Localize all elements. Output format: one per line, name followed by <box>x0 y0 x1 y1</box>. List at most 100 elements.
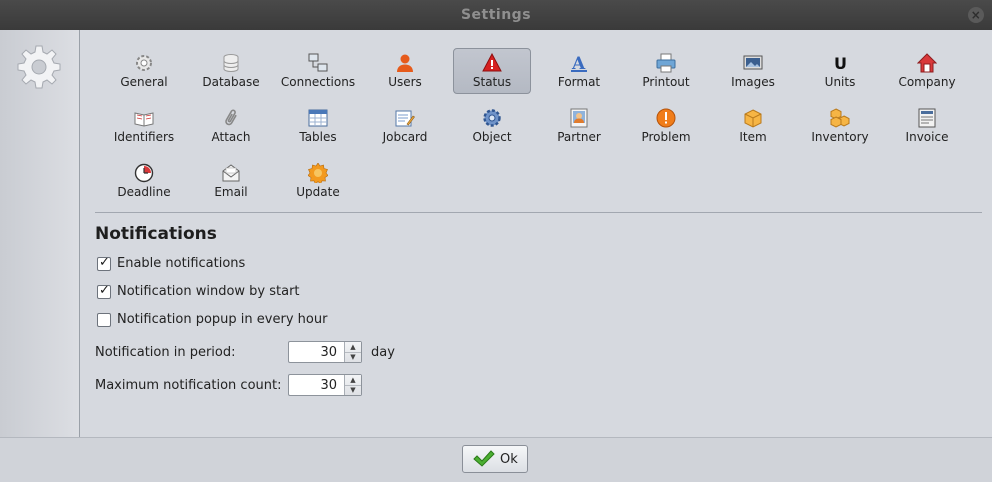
database-icon <box>223 54 239 73</box>
box-icon <box>744 109 762 128</box>
dialog-footer: Ok <box>0 437 992 482</box>
checkmark-icon: ✓ <box>99 255 110 270</box>
category-object[interactable]: Object <box>453 103 531 149</box>
category-identifiers[interactable]: Identifiers <box>105 103 183 149</box>
category-label: Format <box>557 75 601 89</box>
settings-content: General Database Connections Users Statu… <box>80 30 992 437</box>
category-item[interactable]: Item <box>714 103 792 149</box>
period-unit: day <box>371 345 395 360</box>
period-label: Notification in period: <box>95 345 236 360</box>
checkmark-icon: ✓ <box>99 283 110 298</box>
section-divider <box>95 212 982 213</box>
paperclip-icon <box>225 109 237 126</box>
spinner-arrows: ▲ ▼ <box>344 342 361 362</box>
gear-icon <box>136 55 152 71</box>
period-value[interactable]: 30 <box>320 345 337 360</box>
category-label: Update <box>296 185 340 199</box>
user-icon <box>397 54 413 72</box>
checkbox-label: Enable notifications <box>117 256 246 271</box>
category-connections[interactable]: Connections <box>279 48 357 94</box>
warning-icon <box>482 53 502 72</box>
font-icon: A <box>571 54 587 73</box>
category-attach[interactable]: Attach <box>192 103 270 149</box>
ok-button[interactable]: Ok <box>462 445 528 473</box>
max-count-spinner[interactable]: 30 ▲ ▼ <box>288 374 362 396</box>
settings-window: Settings × General Database Connections <box>0 0 992 482</box>
category-label: Deadline <box>117 185 171 199</box>
title-bar: Settings × <box>0 0 992 30</box>
connections-icon <box>308 53 328 72</box>
image-icon <box>743 55 763 70</box>
category-label: Partner <box>557 130 601 144</box>
clock-icon <box>134 163 154 183</box>
category-label: Company <box>898 75 956 89</box>
decrement-arrow-icon[interactable]: ▼ <box>345 385 361 395</box>
category-partner[interactable]: Partner <box>540 103 618 149</box>
ok-label: Ok <box>500 452 518 467</box>
category-label: Users <box>388 75 422 89</box>
category-jobcard[interactable]: Jobcard <box>366 103 444 149</box>
category-label: Invoice <box>905 130 949 144</box>
category-update[interactable]: Update <box>279 158 357 204</box>
printer-icon <box>656 53 676 73</box>
checkbox-box[interactable]: ✓ <box>97 283 111 299</box>
category-label: Identifiers <box>113 130 175 144</box>
period-spinner[interactable]: 30 ▲ ▼ <box>288 341 362 363</box>
units-icon: U <box>834 54 847 73</box>
category-tables[interactable]: Tables <box>279 103 357 149</box>
category-invoice[interactable]: Invoice <box>888 103 966 149</box>
partner-card-icon <box>570 108 588 128</box>
svg-text:U: U <box>834 54 847 73</box>
category-general[interactable]: General <box>105 48 183 94</box>
category-database[interactable]: Database <box>192 48 270 94</box>
category-company[interactable]: Company <box>888 48 966 94</box>
notifications-title: Notifications <box>95 224 217 244</box>
category-label: Object <box>472 130 512 144</box>
invoice-icon <box>918 108 936 128</box>
window-title: Settings <box>460 7 532 23</box>
category-units[interactable]: U Units <box>801 48 879 94</box>
category-email[interactable]: Email <box>192 158 270 204</box>
category-inventory[interactable]: Inventory <box>801 103 879 149</box>
table-icon <box>308 109 328 127</box>
category-label: Images <box>731 75 775 89</box>
exclamation-icon <box>656 108 676 128</box>
book-icon <box>134 112 154 127</box>
category-users[interactable]: Users <box>366 48 444 94</box>
sidebar <box>0 30 80 437</box>
category-label: Tables <box>299 130 337 144</box>
category-label: Item <box>739 130 767 144</box>
category-label: Email <box>214 185 248 199</box>
jobcard-icon <box>395 110 415 127</box>
green-check-icon <box>473 450 495 467</box>
category-label: Status <box>472 75 512 89</box>
category-problem[interactable]: Problem <box>627 103 705 149</box>
category-images[interactable]: Images <box>714 48 792 94</box>
house-icon <box>917 53 937 73</box>
category-label: Attach <box>211 130 251 144</box>
close-button[interactable]: × <box>968 7 984 23</box>
spinner-arrows: ▲ ▼ <box>344 375 361 395</box>
category-deadline[interactable]: Deadline <box>105 158 183 204</box>
boxes-icon <box>830 108 850 128</box>
max-count-label: Maximum notification count: <box>95 378 282 393</box>
category-label: Printout <box>642 75 690 89</box>
category-label: Jobcard <box>382 130 428 144</box>
category-label: Inventory <box>811 130 869 144</box>
update-icon <box>308 163 328 183</box>
checkbox-label: Notification window by start <box>117 284 300 299</box>
max-count-value[interactable]: 30 <box>320 378 337 393</box>
category-printout[interactable]: Printout <box>627 48 705 94</box>
checkbox-box[interactable]: ✓ <box>97 255 111 271</box>
category-label: Problem <box>641 130 691 144</box>
settings-gear-icon <box>17 45 61 89</box>
cog-blue-icon <box>483 109 501 127</box>
category-label: Connections <box>280 75 356 89</box>
category-format[interactable]: A Format <box>540 48 618 94</box>
category-label: General <box>120 75 168 89</box>
checkbox-label: Notification popup in every hour <box>117 312 328 327</box>
category-label: Database <box>202 75 260 89</box>
checkbox-box[interactable] <box>97 313 111 327</box>
decrement-arrow-icon[interactable]: ▼ <box>345 352 361 362</box>
category-status[interactable]: Status <box>453 48 531 94</box>
